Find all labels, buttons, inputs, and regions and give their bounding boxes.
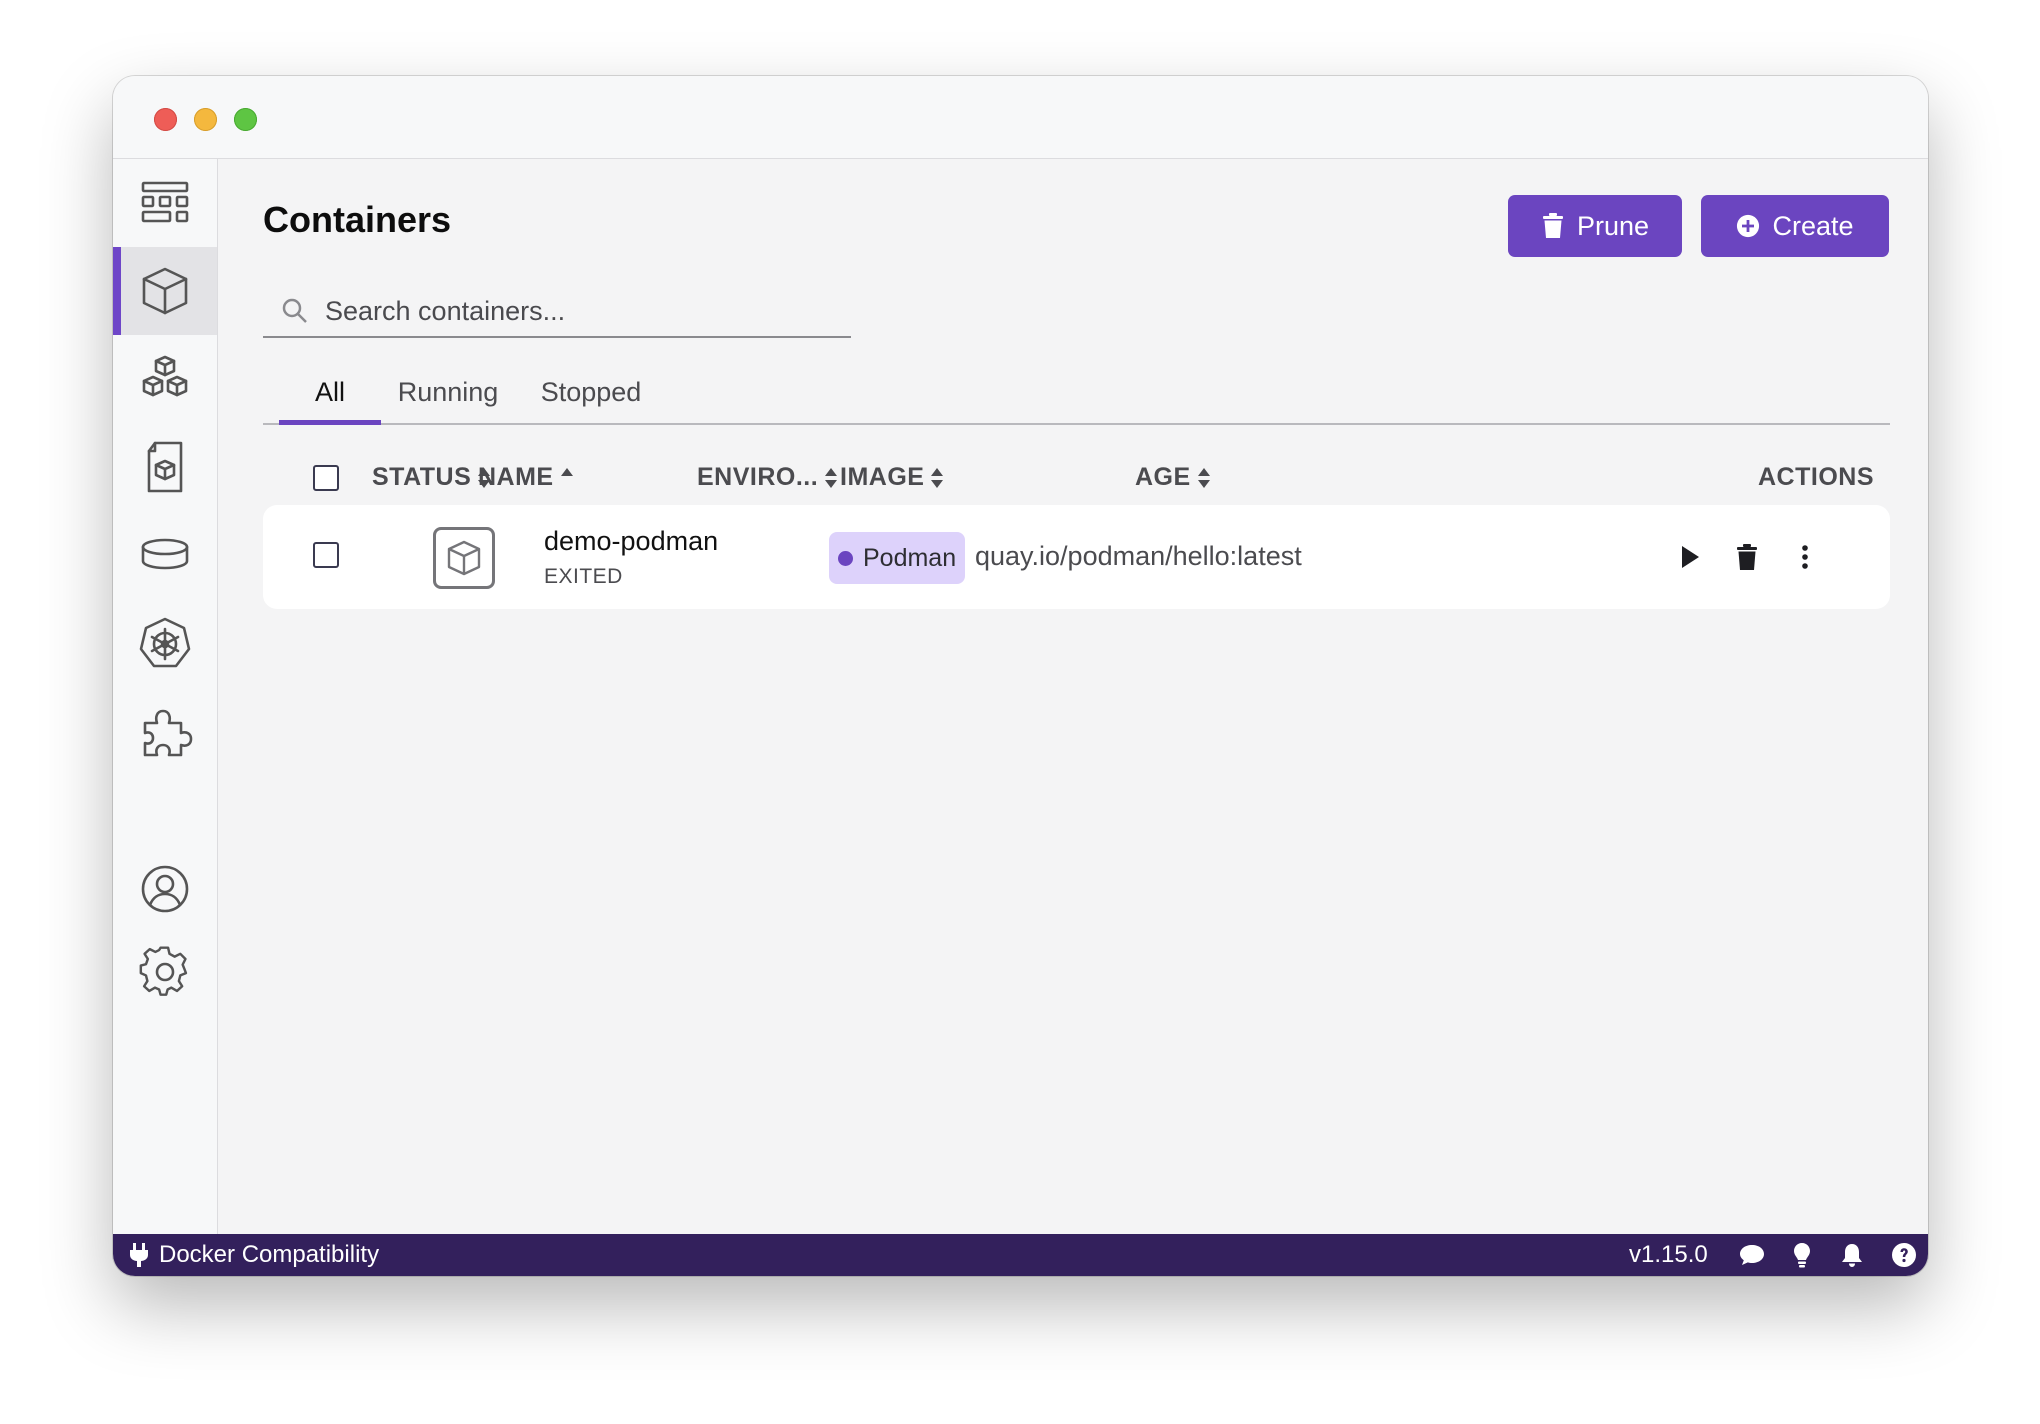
sidebar-item-account[interactable] — [113, 845, 217, 933]
docker-compatibility-item[interactable]: Docker Compatibility — [129, 1241, 379, 1269]
play-icon — [1682, 546, 1699, 568]
close-window-button[interactable] — [154, 108, 177, 131]
lightbulb-icon — [1794, 1243, 1810, 1268]
image-icon — [147, 441, 183, 493]
sort-both-icon — [930, 467, 944, 489]
table-row[interactable]: demo-podman EXITED Podman quay.io/podman… — [263, 505, 1890, 609]
containers-page: Containers Prune Create Search container… — [219, 159, 1928, 1234]
environment-label: Podman — [863, 543, 957, 572]
version-label: v1.15.0 — [1629, 1241, 1708, 1268]
pods-icon — [142, 355, 188, 397]
dashboard-icon — [141, 181, 189, 223]
search-field — [263, 286, 851, 338]
puzzle-icon — [143, 709, 193, 757]
trash-icon — [1542, 213, 1563, 238]
sidebar-item-volumes[interactable] — [113, 511, 217, 599]
sidebar-item-pods[interactable] — [113, 335, 217, 423]
sidebar-item-kubernetes[interactable] — [113, 599, 217, 687]
sidebar — [113, 159, 218, 1234]
sidebar-item-images[interactable] — [113, 423, 217, 511]
zoom-window-button[interactable] — [234, 108, 257, 131]
status-bar: Docker Compatibility v1.15.0 — [113, 1234, 1928, 1276]
help-button[interactable] — [1890, 1241, 1918, 1269]
notifications-button[interactable] — [1838, 1241, 1866, 1269]
start-container-button[interactable] — [1671, 539, 1707, 575]
column-status-label: STATUS — [372, 463, 472, 491]
kubernetes-icon — [139, 617, 191, 668]
tab-all[interactable]: All — [279, 364, 381, 425]
sort-both-icon — [1197, 467, 1211, 489]
container-tabs: All Running Stopped — [263, 364, 1890, 425]
prune-button[interactable]: Prune — [1508, 195, 1682, 257]
container-cube-icon — [142, 267, 188, 315]
column-age[interactable]: AGE — [1135, 463, 1211, 492]
feedback-button[interactable] — [1738, 1241, 1766, 1269]
title-bar — [113, 76, 1928, 159]
search-input[interactable] — [323, 294, 847, 328]
tab-stopped[interactable]: Stopped — [526, 364, 656, 421]
column-actions: ACTIONS — [1758, 463, 1874, 492]
tips-button[interactable] — [1788, 1241, 1816, 1269]
app-window: Containers Prune Create Search container… — [113, 76, 1928, 1276]
container-image: quay.io/podman/hello:latest — [975, 541, 1302, 571]
docker-compatibility-label: Docker Compatibility — [159, 1241, 380, 1268]
bell-icon — [1842, 1244, 1862, 1267]
column-image[interactable]: IMAGE — [840, 463, 944, 492]
create-button-label: Create — [1772, 210, 1854, 241]
container-cube-icon — [447, 540, 481, 576]
column-environment-label: ENVIRO... — [697, 463, 819, 491]
page-title: Containers — [263, 199, 452, 240]
table-header: STATUS NAME ENVIRO... IMAGE AGE ACTIONS — [263, 459, 1890, 503]
container-state: EXITED — [544, 565, 623, 588]
more-actions-button[interactable] — [1787, 539, 1823, 575]
select-all-checkbox[interactable] — [313, 465, 339, 491]
gear-icon — [139, 946, 188, 996]
column-image-label: IMAGE — [840, 463, 925, 491]
sort-ascending-icon — [560, 467, 574, 489]
search-icon — [282, 298, 307, 323]
column-actions-label: ACTIONS — [1758, 463, 1874, 491]
column-age-label: AGE — [1135, 463, 1191, 491]
sort-both-icon — [824, 467, 838, 489]
minimize-window-button[interactable] — [194, 108, 217, 131]
trash-icon — [1737, 544, 1757, 570]
kebab-menu-icon — [1802, 545, 1808, 569]
environment-badge: Podman — [829, 532, 966, 584]
container-status-icon — [433, 527, 495, 589]
create-button[interactable]: Create — [1701, 195, 1889, 257]
plus-circle-icon — [1737, 214, 1760, 238]
column-name[interactable]: NAME — [478, 463, 574, 492]
chat-icon — [1740, 1245, 1764, 1265]
column-name-label: NAME — [478, 463, 554, 491]
column-status[interactable]: STATUS — [372, 463, 491, 492]
column-environment[interactable]: ENVIRO... — [697, 463, 838, 492]
plug-icon — [130, 1243, 148, 1267]
sidebar-item-settings[interactable] — [113, 929, 217, 1017]
help-icon — [1892, 1243, 1916, 1267]
environment-dot-icon — [838, 550, 853, 566]
sidebar-item-extensions[interactable] — [113, 687, 217, 775]
row-checkbox[interactable] — [313, 542, 339, 568]
user-circle-icon — [141, 865, 189, 913]
container-name[interactable]: demo-podman — [544, 526, 718, 557]
delete-container-button[interactable] — [1729, 539, 1765, 575]
prune-button-label: Prune — [1576, 210, 1650, 241]
tab-running[interactable]: Running — [385, 364, 511, 421]
sidebar-item-dashboard[interactable] — [113, 159, 217, 247]
sidebar-item-containers[interactable] — [113, 247, 217, 335]
volume-icon — [141, 538, 189, 570]
